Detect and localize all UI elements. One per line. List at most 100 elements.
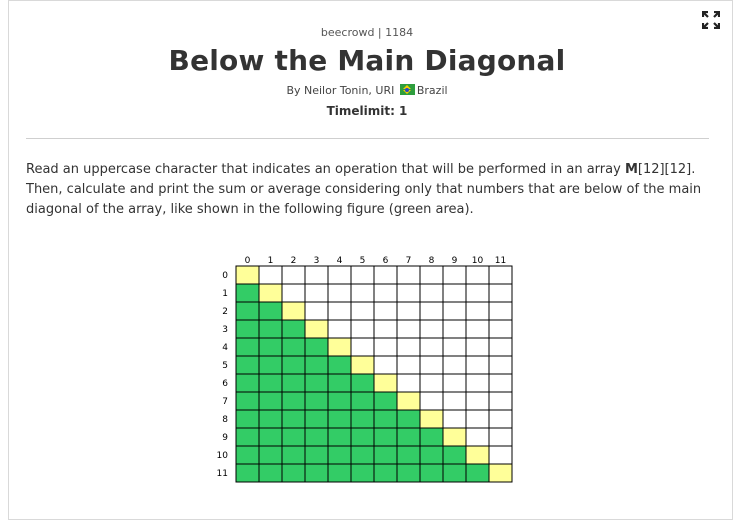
col-label: 10 <box>472 256 484 266</box>
cell-above <box>373 337 398 357</box>
cell-below-diagonal <box>258 355 283 375</box>
cell-below-diagonal <box>258 337 283 357</box>
cell-diagonal <box>281 301 306 321</box>
cell-below-diagonal <box>281 391 306 411</box>
cell-above <box>465 283 490 303</box>
row-label: 11 <box>217 469 228 479</box>
row-label: 0 <box>222 271 228 281</box>
matrix-diagram: 0 1 2 3 4 5 6 7 8 9 10 11 0 1 2 3 4 5 6 7 8 9 10 11 <box>217 256 513 483</box>
cell-above <box>419 355 444 375</box>
cell-above <box>281 283 306 303</box>
cell-below-diagonal <box>396 427 421 447</box>
cell-diagonal <box>373 373 398 393</box>
cell-diagonal <box>419 409 444 429</box>
cell-below-diagonal <box>235 427 260 447</box>
cell-below-diagonal <box>235 355 260 375</box>
cell-below-diagonal <box>304 337 329 357</box>
problem-source: beecrowd | 1184 <box>320 26 414 39</box>
cell-above <box>488 391 513 411</box>
cell-below-diagonal <box>396 445 421 465</box>
cell-below-diagonal <box>304 409 329 429</box>
cell-above <box>442 319 467 339</box>
cell-diagonal <box>396 391 421 411</box>
cell-above <box>442 391 467 411</box>
cell-diagonal <box>327 337 352 357</box>
cell-above <box>396 355 421 375</box>
cell-above <box>396 265 421 285</box>
cell-below-diagonal <box>258 319 283 339</box>
cell-below-diagonal <box>327 463 352 483</box>
col-label: 3 <box>314 256 320 266</box>
cell-diagonal <box>442 427 467 447</box>
cell-below-diagonal <box>373 427 398 447</box>
cell-above <box>442 355 467 375</box>
cell-above <box>373 355 398 375</box>
cell-below-diagonal <box>258 445 283 465</box>
page-title: Below the Main Diagonal <box>168 44 566 77</box>
cell-below-diagonal <box>373 409 398 429</box>
row-label: 1 <box>222 289 228 299</box>
cell-below-diagonal <box>258 409 283 429</box>
cell-above <box>488 283 513 303</box>
cell-below-diagonal <box>327 409 352 429</box>
cell-below-diagonal <box>304 355 329 375</box>
cell-below-diagonal <box>327 355 352 375</box>
cell-below-diagonal <box>281 445 306 465</box>
col-label: 2 <box>291 256 297 266</box>
cell-below-diagonal <box>304 373 329 393</box>
cell-below-diagonal <box>350 445 375 465</box>
cell-above <box>281 265 306 285</box>
col-label: 1 <box>268 256 274 266</box>
cell-above <box>350 337 375 357</box>
cell-below-diagonal <box>281 355 306 375</box>
cell-below-diagonal <box>258 301 283 321</box>
cell-above <box>373 265 398 285</box>
cell-above <box>396 337 421 357</box>
cell-above <box>488 301 513 321</box>
cell-above <box>350 283 375 303</box>
cell-below-diagonal <box>373 445 398 465</box>
cell-above <box>465 355 490 375</box>
cell-above <box>304 283 329 303</box>
cell-above <box>327 319 352 339</box>
cell-below-diagonal <box>419 463 444 483</box>
cell-above <box>327 283 352 303</box>
col-label: 11 <box>495 256 506 266</box>
author-line: By Neilor Tonin, URI Brazil <box>0 84 734 97</box>
cell-above <box>442 409 467 429</box>
cell-above <box>419 373 444 393</box>
row-label: 5 <box>222 361 228 371</box>
cell-below-diagonal <box>350 463 375 483</box>
cell-above <box>419 391 444 411</box>
cell-above <box>396 373 421 393</box>
cell-above <box>465 265 490 285</box>
col-label: 6 <box>383 256 389 266</box>
cell-below-diagonal <box>235 373 260 393</box>
cell-above <box>488 409 513 429</box>
cell-above <box>327 301 352 321</box>
cell-below-diagonal <box>258 391 283 411</box>
cell-below-diagonal <box>235 391 260 411</box>
cell-above <box>419 337 444 357</box>
cell-below-diagonal <box>327 445 352 465</box>
cell-above <box>465 319 490 339</box>
row-label: 9 <box>222 433 228 443</box>
cell-below-diagonal <box>350 391 375 411</box>
cell-below-diagonal <box>304 391 329 411</box>
cell-above <box>419 283 444 303</box>
cell-above <box>396 301 421 321</box>
cell-above <box>488 355 513 375</box>
diagonal-figure: 0 1 2 3 4 5 6 7 8 9 10 11 0 1 2 3 4 5 6 7 8 9 10 11 <box>214 252 524 496</box>
cell-above <box>419 265 444 285</box>
row-label: 6 <box>222 379 228 389</box>
cell-below-diagonal <box>304 427 329 447</box>
cell-below-diagonal <box>235 445 260 465</box>
cell-below-diagonal <box>396 463 421 483</box>
col-label: 8 <box>429 256 435 266</box>
row-label: 3 <box>222 325 228 335</box>
cell-below-diagonal <box>281 319 306 339</box>
cell-below-diagonal <box>327 427 352 447</box>
cell-above <box>442 337 467 357</box>
cell-below-diagonal <box>281 427 306 447</box>
cell-above <box>327 265 352 285</box>
